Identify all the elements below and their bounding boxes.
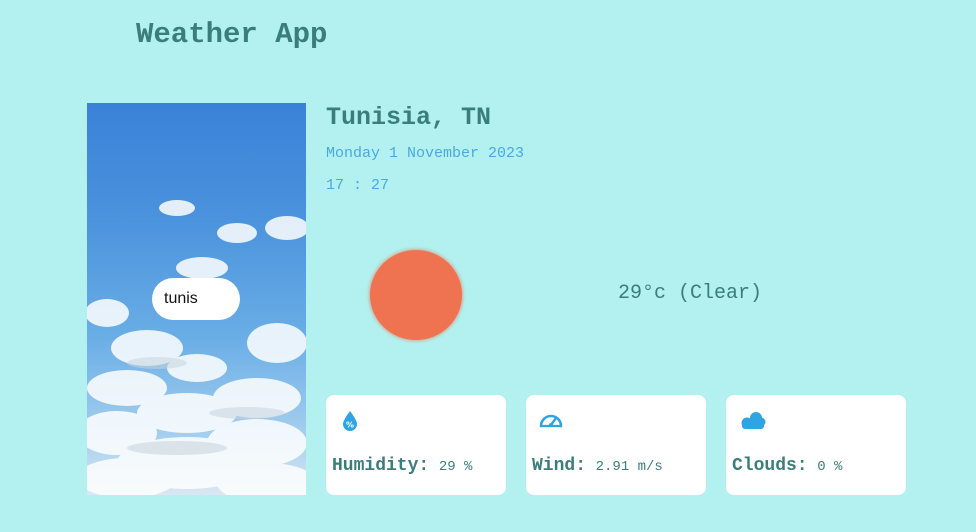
- humidity-card: % Humidity: 29 %: [326, 395, 506, 495]
- sun-icon: [370, 250, 462, 340]
- svg-text:%: %: [346, 421, 354, 430]
- humidity-label: Humidity:: [332, 456, 430, 476]
- current-time: 17 : 27: [326, 177, 390, 194]
- humidity-value: 29 %: [438, 459, 473, 475]
- clouds-card: Clouds: 0 %: [726, 395, 906, 495]
- clouds-label: Clouds:: [732, 456, 808, 476]
- humidity-drop-icon: %: [338, 409, 364, 433]
- temperature-text: 29°c (Clear): [618, 282, 763, 305]
- wind-label: Wind:: [532, 456, 587, 476]
- wind-value: 2.91 m/s: [595, 459, 663, 475]
- wind-card: Wind: 2.91 m/s: [526, 395, 706, 495]
- location-name: Tunisia, TN: [326, 103, 492, 132]
- current-date: Monday 1 November 2023: [326, 145, 525, 162]
- city-search-input[interactable]: [152, 278, 240, 320]
- clouds-value: 0 %: [817, 459, 843, 475]
- speedometer-icon: [538, 409, 564, 433]
- app-title: Weather App: [136, 18, 328, 51]
- clouds-icon: [738, 409, 766, 433]
